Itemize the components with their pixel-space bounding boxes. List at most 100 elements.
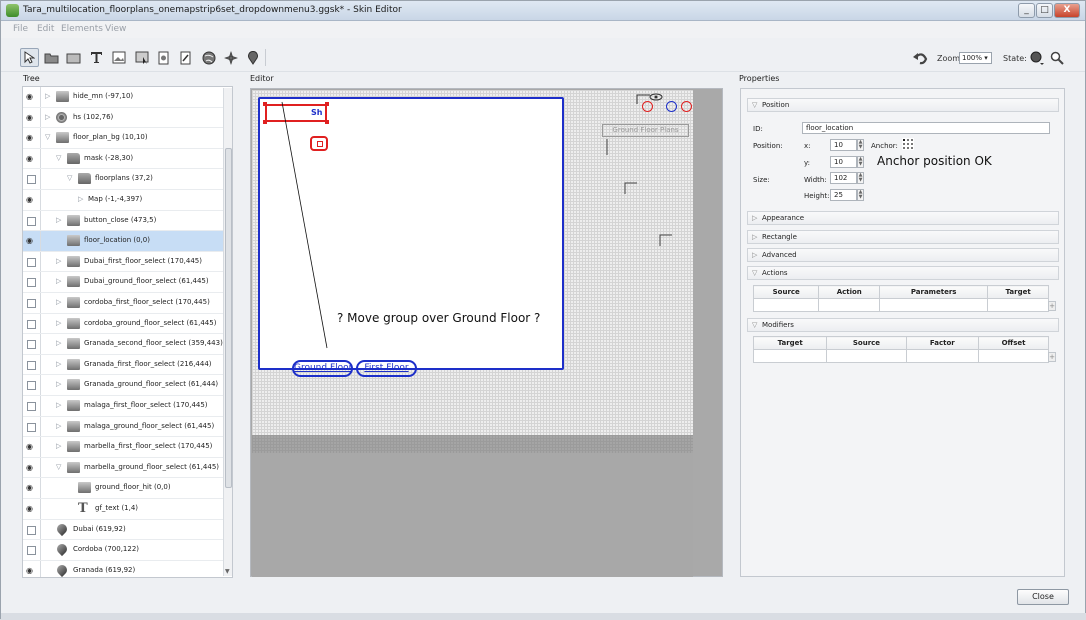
modifiers-table[interactable]: Target Source Factor Offset bbox=[752, 336, 1049, 363]
tree-row[interactable]: ◉ ground_floor_hit (0,0) bbox=[23, 478, 224, 499]
modifiers-col-target[interactable]: Target bbox=[752, 336, 828, 350]
expand-closed-icon[interactable]: ▷ bbox=[56, 257, 61, 265]
tree-row[interactable]: ▷ Dubai_ground_floor_select (61,445) bbox=[23, 272, 224, 293]
table-cell[interactable] bbox=[978, 349, 1049, 363]
menu-elements[interactable]: Elements bbox=[61, 24, 103, 34]
expand-closed-icon[interactable]: ▷ bbox=[56, 319, 61, 327]
scroll-down-icon[interactable]: ▼ bbox=[225, 568, 230, 575]
visibility-checkbox[interactable] bbox=[27, 360, 36, 370]
close-button[interactable]: Close bbox=[1017, 589, 1069, 605]
visibility-checkbox[interactable] bbox=[27, 216, 36, 226]
minimize-button[interactable]: _ bbox=[1018, 3, 1035, 18]
editor-canvas[interactable]: Sh Ground Floor First Floor ? Move group… bbox=[250, 88, 723, 577]
expand-closed-icon[interactable]: ▷ bbox=[56, 216, 61, 224]
ghost-floor-plans-label[interactable]: Ground Floor Plans bbox=[602, 124, 689, 137]
eye-icon[interactable]: ◉ bbox=[26, 566, 35, 575]
visibility-checkbox[interactable] bbox=[27, 257, 36, 267]
tree-row[interactable]: ◉ ▽ marbella_ground_floor_select (61,445) bbox=[23, 457, 224, 479]
rectangle-tool-icon[interactable] bbox=[64, 48, 83, 67]
expand-closed-icon[interactable]: ▷ bbox=[56, 277, 61, 285]
maximize-button[interactable]: □ bbox=[1036, 3, 1053, 18]
tree-row[interactable]: ▷ button_close (473,5) bbox=[23, 210, 224, 232]
tree-row[interactable]: ◉ Granada (619,92) bbox=[23, 560, 224, 577]
expand-open-icon[interactable]: ▽ bbox=[56, 154, 61, 162]
tree-row[interactable]: ▽ floorplans (37,2) bbox=[23, 169, 224, 190]
visibility-checkbox[interactable] bbox=[27, 175, 36, 185]
section-advanced[interactable]: ▷ Advanced bbox=[747, 248, 1059, 262]
tree-row[interactable]: ▷ Granada_first_floor_select (216,444) bbox=[23, 354, 224, 376]
menu-view[interactable]: View bbox=[105, 24, 126, 34]
visibility-checkbox[interactable] bbox=[27, 402, 36, 411]
tree-scrollbar[interactable]: ▼ bbox=[223, 88, 232, 576]
height-spinner[interactable]: ▲ ▼ bbox=[857, 189, 864, 201]
expand-closed-icon[interactable]: ▷ bbox=[56, 380, 61, 388]
actions-col-target[interactable]: Target bbox=[987, 285, 1049, 299]
expand-closed-icon[interactable]: ▷ bbox=[56, 298, 61, 306]
actions-col-action[interactable]: Action bbox=[818, 285, 881, 299]
section-appearance[interactable]: ▷ Appearance bbox=[747, 211, 1059, 225]
width-spinner[interactable]: ▲ ▼ bbox=[857, 172, 864, 184]
expand-closed-icon[interactable]: ▷ bbox=[56, 422, 61, 430]
section-actions[interactable]: ▽ Actions bbox=[747, 266, 1059, 280]
tree-row[interactable]: ▷ Granada_second_floor_select (359,443) bbox=[23, 334, 224, 355]
menu-edit[interactable]: Edit bbox=[37, 24, 54, 34]
marker-tool-icon[interactable] bbox=[243, 48, 262, 67]
state-selector-icon[interactable] bbox=[1027, 48, 1046, 67]
section-modifiers[interactable]: ▽ Modifiers bbox=[747, 318, 1059, 332]
visibility-checkbox[interactable] bbox=[27, 546, 36, 556]
add-action-button[interactable]: + bbox=[1048, 301, 1056, 311]
code-tool-icon[interactable] bbox=[176, 48, 195, 67]
red-circle-marker[interactable] bbox=[642, 101, 653, 112]
visibility-checkbox[interactable] bbox=[27, 381, 36, 391]
folder-tool-icon[interactable] bbox=[42, 48, 61, 67]
section-rectangle[interactable]: ▷ Rectangle bbox=[747, 230, 1059, 244]
globe-tool-icon[interactable] bbox=[199, 48, 218, 67]
table-cell[interactable] bbox=[752, 298, 820, 312]
tree-row[interactable]: ◉ ▷ hide_mn (-97,10) bbox=[23, 87, 224, 108]
tree-row[interactable]: ◉ ▷ marbella_first_floor_select (170,445) bbox=[23, 437, 224, 458]
eye-icon[interactable]: ◉ bbox=[26, 113, 35, 122]
eye-icon[interactable]: ◉ bbox=[26, 463, 35, 472]
section-position[interactable]: ▽ Position bbox=[747, 98, 1059, 112]
y-spinner[interactable]: ▲ ▼ bbox=[857, 156, 864, 168]
tree-row[interactable]: ◉ ▷ Map (-1,-4,397) bbox=[23, 190, 224, 211]
table-cell[interactable] bbox=[879, 298, 989, 312]
expand-closed-icon[interactable]: ▷ bbox=[45, 92, 50, 100]
visibility-checkbox[interactable] bbox=[27, 278, 36, 288]
expand-closed-icon[interactable]: ▷ bbox=[56, 339, 61, 347]
expand-open-icon[interactable]: ▽ bbox=[56, 463, 61, 471]
image-tool-icon[interactable] bbox=[109, 48, 128, 67]
tree-row[interactable]: Dubai (619,92) bbox=[23, 519, 224, 541]
tree-row[interactable]: ◉ ▷ hs (102,76) bbox=[23, 107, 224, 129]
modifiers-col-source[interactable]: Source bbox=[826, 336, 907, 350]
eye-icon[interactable]: ◉ bbox=[26, 505, 35, 513]
tree-row[interactable]: ◉ ▽ floor_plan_bg (10,10) bbox=[23, 128, 224, 149]
expand-closed-icon[interactable]: ▷ bbox=[56, 360, 61, 368]
expand-open-icon[interactable]: ▽ bbox=[67, 174, 72, 182]
x-spinner[interactable]: ▲ ▼ bbox=[857, 139, 864, 151]
text-tool-icon[interactable] bbox=[87, 48, 106, 67]
expand-closed-icon[interactable]: ▷ bbox=[56, 442, 61, 450]
tree-row[interactable]: ▷ Dubai_first_floor_select (170,445) bbox=[23, 251, 224, 273]
eye-icon[interactable]: ◉ bbox=[26, 443, 35, 451]
magnifier-icon[interactable] bbox=[1047, 48, 1066, 67]
eye-icon[interactable]: ◉ bbox=[26, 196, 35, 204]
modifiers-col-offset[interactable]: Offset bbox=[978, 336, 1049, 350]
table-cell[interactable] bbox=[752, 349, 828, 363]
expand-open-icon[interactable]: ▽ bbox=[45, 133, 50, 141]
anchor-cell[interactable] bbox=[910, 146, 914, 150]
id-field[interactable]: floor_location bbox=[802, 122, 1050, 134]
visibility-checkbox[interactable] bbox=[27, 319, 36, 329]
eye-icon[interactable]: ◉ bbox=[26, 93, 35, 101]
undo-icon[interactable] bbox=[910, 48, 929, 67]
tree-row[interactable]: Cordoba (700,122) bbox=[23, 540, 224, 561]
width-field[interactable]: 102 bbox=[830, 172, 857, 184]
tree-row[interactable]: ◉ ▽ mask (-28,30) bbox=[23, 148, 224, 170]
eye-icon[interactable]: ◉ bbox=[26, 237, 35, 245]
close-window-button[interactable]: X bbox=[1054, 3, 1080, 18]
tree-row[interactable]: ▷ cordoba_ground_floor_select (61,445) bbox=[23, 313, 224, 335]
visibility-checkbox[interactable] bbox=[27, 525, 36, 535]
x-field[interactable]: 10 bbox=[830, 139, 857, 151]
visibility-checkbox[interactable] bbox=[27, 340, 36, 350]
compass-tool-icon[interactable] bbox=[221, 48, 240, 67]
